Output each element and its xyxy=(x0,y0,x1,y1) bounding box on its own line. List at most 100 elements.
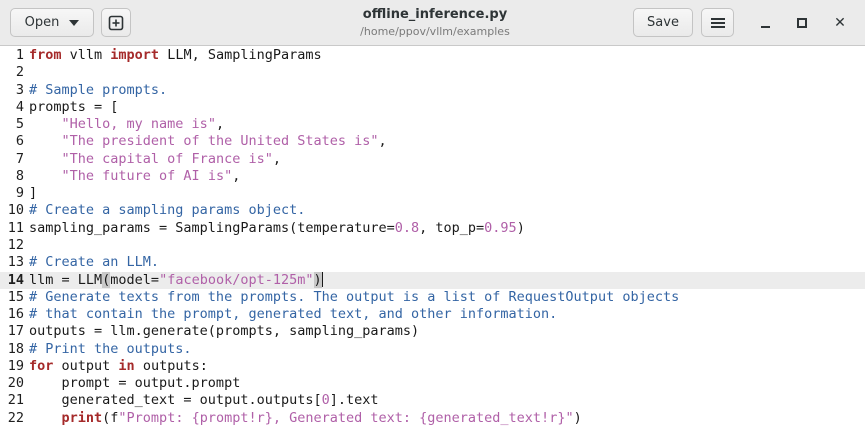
text-editor-window: Open offline_inference.py /home/ppov/vll… xyxy=(0,0,865,432)
code-token: "The president of the United States is" xyxy=(61,133,379,150)
code-text: # Create an LLM. xyxy=(29,254,159,271)
window-title: offline_inference.py xyxy=(362,7,508,22)
code-text: from vllm import LLM, SamplingParams xyxy=(29,47,322,64)
code-token: prompts = [ xyxy=(29,98,119,115)
code-text: outputs = llm.generate(prompts, sampling… xyxy=(29,323,419,340)
line-number: 20 xyxy=(7,375,24,392)
code-text: # Print the outputs. xyxy=(29,341,192,358)
code-token: , xyxy=(215,116,225,133)
code-token: 0 xyxy=(321,392,330,409)
code-line[interactable]: 10 # Create a sampling params object. xyxy=(0,202,865,219)
save-button[interactable]: Save xyxy=(633,8,693,37)
code-line[interactable]: 13 # Create an LLM. xyxy=(0,254,865,271)
code-token: , xyxy=(232,167,241,184)
open-button[interactable]: Open xyxy=(10,8,94,37)
code-token: , xyxy=(378,133,387,150)
code-token: "Prompt: {prompt!r}, Generated text: {ge… xyxy=(118,409,574,426)
hamburger-menu-icon xyxy=(710,16,725,30)
code-token: # Print the outputs. xyxy=(29,340,192,357)
code-token: for xyxy=(29,357,54,374)
menu-button[interactable] xyxy=(701,8,734,37)
code-text: prompt = output.prompt xyxy=(29,375,241,392)
code-text: # Sample prompts. xyxy=(29,82,167,99)
code-token: "The future of AI is" xyxy=(61,167,233,184)
code-line[interactable]: 8 "The future of AI is", xyxy=(0,168,865,185)
minimize-icon xyxy=(760,26,770,28)
line-number: 16 xyxy=(7,306,24,323)
line-number: 11 xyxy=(7,219,24,236)
code-token: "The capital of France is" xyxy=(61,150,273,167)
line-number: 7 xyxy=(15,150,24,167)
code-line[interactable]: 20 prompt = output.prompt xyxy=(0,375,865,392)
code-text: prompts = [ xyxy=(29,99,118,116)
line-number: 4 xyxy=(15,98,24,115)
code-line[interactable]: 6 "The president of the United States is… xyxy=(0,133,865,150)
code-token: outputs = llm.generate(prompts, sampling… xyxy=(29,323,420,340)
code-token: ) xyxy=(573,409,582,426)
code-line[interactable]: 2 xyxy=(0,64,865,81)
code-text: generated_text = output.outputs[0].text xyxy=(29,392,379,409)
code-token: # Create a sampling params object. xyxy=(29,202,306,219)
line-number: 3 xyxy=(15,81,24,98)
code-text: for output in outputs: xyxy=(29,358,208,375)
line-number: 9 xyxy=(15,185,24,202)
code-token: ].text xyxy=(329,392,379,409)
line-number: 2 xyxy=(15,64,24,81)
code-token: outputs: xyxy=(134,357,208,374)
line-number: 19 xyxy=(7,357,24,374)
chevron-down-icon xyxy=(69,19,80,26)
header-bar: Open offline_inference.py /home/ppov/vll… xyxy=(0,0,865,46)
code-text: # Create a sampling params object. xyxy=(29,202,305,219)
line-number: 12 xyxy=(7,236,24,253)
line-number: 15 xyxy=(7,288,24,305)
code-text: ] xyxy=(29,185,37,202)
code-line[interactable]: 12 xyxy=(0,237,865,254)
code-token: # Sample prompts. xyxy=(29,81,168,98)
code-token: prompt = output.prompt xyxy=(29,375,241,392)
code-line[interactable]: 16 # that contain the prompt, generated t… xyxy=(0,306,865,323)
line-number: 10 xyxy=(7,202,24,219)
code-token: in xyxy=(118,357,135,374)
maximize-button[interactable] xyxy=(790,11,814,35)
line-number: 21 xyxy=(7,392,24,409)
code-line[interactable]: 22 print(f"Prompt: {prompt!r}, Generated… xyxy=(0,410,865,427)
code-line[interactable]: 1 from vllm import LLM, SamplingParams xyxy=(0,47,865,64)
code-text: # that contain the prompt, generated tex… xyxy=(29,306,557,323)
code-token: , top_p= xyxy=(419,219,485,236)
code-line[interactable]: 18 # Print the outputs. xyxy=(0,341,865,358)
close-button[interactable]: ✕ xyxy=(828,11,852,35)
line-number: 6 xyxy=(15,133,24,150)
code-line[interactable]: 4 prompts = [ xyxy=(0,99,865,116)
code-token: # that contain the prompt, generated tex… xyxy=(29,306,558,323)
code-line[interactable]: 9] xyxy=(0,185,865,202)
code-line[interactable]: 5 "Hello, my name is", xyxy=(0,116,865,133)
code-line[interactable]: 7 "The capital of France is", xyxy=(0,151,865,168)
minimize-button[interactable] xyxy=(753,11,777,35)
code-line[interactable]: 17 outputs = llm.generate(prompts, sampli… xyxy=(0,323,865,340)
code-text: "Hello, my name is", xyxy=(29,116,225,133)
code-text: "The capital of France is", xyxy=(29,151,281,168)
code-text: print(f"Prompt: {prompt!r}, Generated te… xyxy=(29,410,582,427)
code-line[interactable]: 3 # Sample prompts. xyxy=(0,82,865,99)
code-line[interactable]: 11 sampling_params = SamplingParams(tempe… xyxy=(0,220,865,237)
code-line[interactable]: 21 generated_text = output.outputs[0].te… xyxy=(0,392,865,409)
code-line[interactable]: 14 llm = LLM(model="facebook/opt-125m") xyxy=(0,271,865,289)
open-button-label: Open xyxy=(24,15,60,30)
code-line[interactable]: 15 # Generate texts from the prompts. The… xyxy=(0,289,865,306)
title-area: offline_inference.py /home/ppov/vllm/exa… xyxy=(300,6,570,39)
code-editor[interactable]: 1 from vllm import LLM, SamplingParams 2 3 #… xyxy=(0,46,865,432)
code-token: from xyxy=(29,47,62,63)
line-number: 22 xyxy=(7,409,24,426)
code-text: "The future of AI is", xyxy=(29,167,241,185)
new-tab-button[interactable] xyxy=(101,8,131,37)
line-number: 8 xyxy=(15,167,24,184)
code-line[interactable]: 19 for output in outputs: xyxy=(0,358,865,375)
close-icon: ✕ xyxy=(834,15,846,31)
line-number: 5 xyxy=(15,116,24,133)
code-text: llm = LLM(model="facebook/opt-125m") xyxy=(29,271,323,289)
line-number: 14 xyxy=(7,271,24,288)
code-text: sampling_params = SamplingParams(tempera… xyxy=(29,220,525,237)
code-token: LLM, SamplingParams xyxy=(159,47,322,63)
